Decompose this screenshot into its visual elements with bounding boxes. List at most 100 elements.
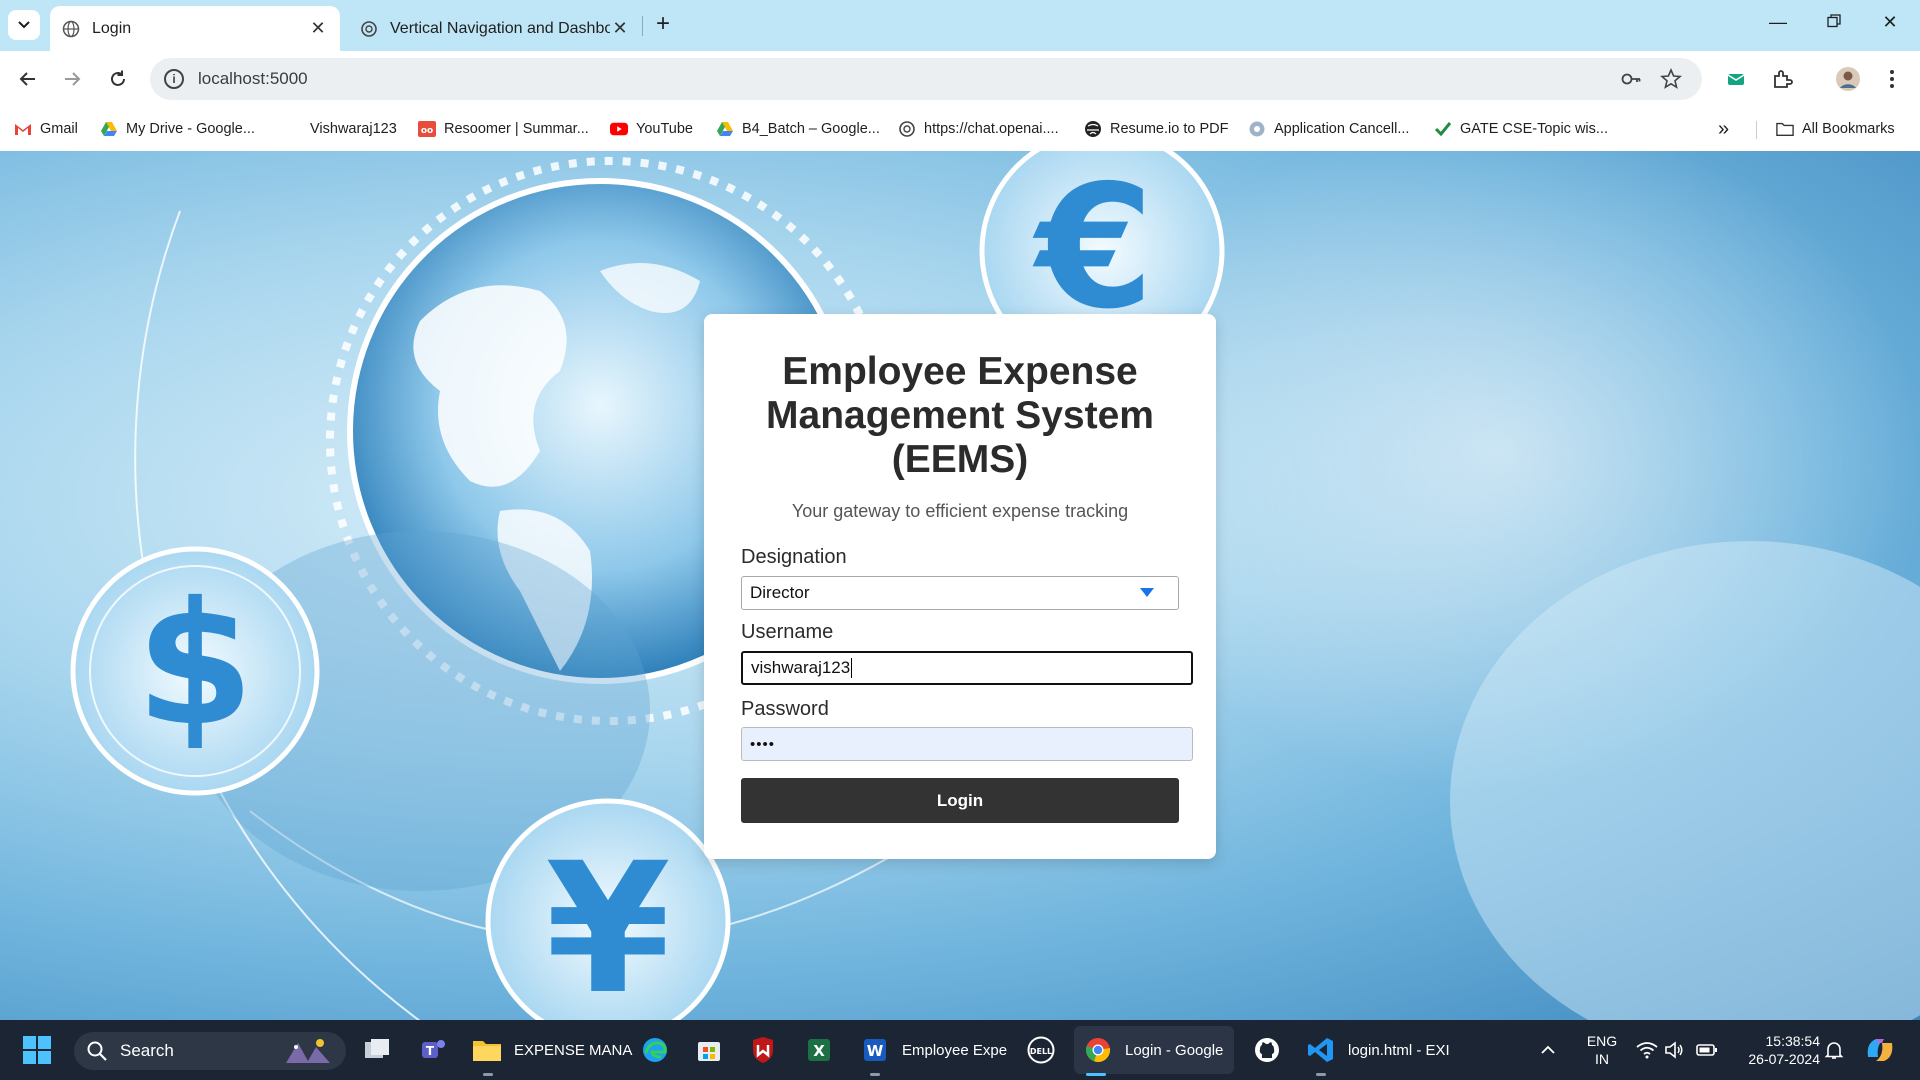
bookmark-label: Gmail <box>40 121 78 137</box>
taskbar-word[interactable]: W Employee Expe <box>860 1030 1007 1070</box>
bookmark-label: Vishwaraj123 <box>310 121 397 137</box>
bookmark-my-drive[interactable]: My Drive - Google... <box>100 117 255 141</box>
globe-icon <box>62 20 80 38</box>
copilot-icon <box>1867 1039 1893 1061</box>
svg-text:X: X <box>813 1042 825 1060</box>
word-icon: W <box>860 1035 890 1065</box>
copilot-button[interactable] <box>1864 1030 1896 1070</box>
taskbar-task-view[interactable] <box>362 1030 404 1070</box>
start-button[interactable] <box>22 1030 52 1070</box>
url-text: localhost:5000 <box>198 69 308 88</box>
address-bar[interactable]: i localhost:5000 <box>150 58 1702 100</box>
vscode-icon <box>1306 1035 1336 1065</box>
taskbar-store[interactable] <box>694 1030 736 1070</box>
tab-title: Login <box>92 19 132 37</box>
wifi-status[interactable] <box>1636 1030 1658 1070</box>
tab-search-button[interactable] <box>8 10 40 40</box>
bookmark-b4-batch[interactable]: B4_Batch – Google... <box>716 117 880 141</box>
restore-button[interactable] <box>1814 12 1854 38</box>
language-indicator[interactable]: ENG IN <box>1582 1032 1622 1068</box>
speaker-icon <box>1665 1041 1683 1059</box>
openai-icon <box>898 120 916 138</box>
bookmark-vishwaraj123[interactable]: Vishwaraj123 <box>310 117 397 141</box>
clock[interactable]: 15:38:54 26-07-2024 <box>1730 1032 1820 1068</box>
svg-text:T: T <box>426 1044 435 1058</box>
password-input[interactable]: •••• <box>741 727 1193 761</box>
username-label: Username <box>741 621 834 643</box>
resoomer-icon: oo <box>418 120 436 138</box>
taskbar-chrome[interactable]: Login - Google <box>1083 1030 1223 1070</box>
tab-close-icon[interactable]: ✕ <box>308 18 328 39</box>
bookmark-star-icon[interactable] <box>1660 68 1682 90</box>
profile-avatar[interactable] <box>1834 65 1862 93</box>
browser-toolbar: i localhost:5000 <box>0 51 1920 107</box>
taskbar-vscode[interactable]: login.html - EXI <box>1306 1030 1450 1070</box>
dell-icon: DELL <box>1026 1035 1056 1065</box>
store-icon <box>694 1035 724 1065</box>
taskbar-search-box[interactable]: Search <box>74 1032 346 1070</box>
bookmark-resoomer[interactable]: oo Resoomer | Summar... <box>418 117 589 141</box>
excel-icon: X <box>804 1035 834 1065</box>
taskbar-mcafee[interactable] <box>748 1030 790 1070</box>
gmail-icon <box>14 120 32 138</box>
extensions-puzzle-icon[interactable] <box>1768 65 1796 93</box>
wifi-icon <box>1636 1042 1658 1059</box>
chrome-icon <box>1083 1035 1113 1065</box>
svg-text:oo: oo <box>421 126 433 136</box>
password-value: •••• <box>750 735 776 753</box>
taskbar-teams[interactable]: T <box>418 1030 460 1070</box>
running-indicator <box>1316 1073 1326 1076</box>
all-bookmarks-button[interactable]: All Bookmarks <box>1776 117 1895 141</box>
bookmark-label: GATE CSE-Topic wis... <box>1460 121 1608 137</box>
login-card: Employee Expense Management System (EEMS… <box>704 314 1216 859</box>
taskbar-github[interactable] <box>1252 1030 1294 1070</box>
menu-dots-icon[interactable] <box>1878 65 1906 93</box>
new-tab-button[interactable]: + <box>650 12 676 38</box>
notifications-button[interactable] <box>1824 1030 1844 1070</box>
bookmark-resume-io[interactable]: Resume.io to PDF <box>1084 117 1228 141</box>
bookmark-application-cancell[interactable]: Application Cancell... <box>1248 117 1409 141</box>
youtube-icon <box>610 120 628 138</box>
volume-status[interactable] <box>1664 1030 1684 1070</box>
tab-vertical-navigation[interactable]: Vertical Navigation and Dashbo ✕ <box>348 6 642 51</box>
back-button[interactable] <box>14 65 42 93</box>
svg-text:¥: ¥ <box>545 825 670 1020</box>
taskbar-edge[interactable] <box>640 1030 682 1070</box>
login-button[interactable]: Login <box>741 778 1179 823</box>
restore-icon <box>1827 14 1841 28</box>
bookmark-label: My Drive - Google... <box>126 121 255 137</box>
drive-icon <box>100 120 118 138</box>
taskbar-excel[interactable]: X <box>804 1030 846 1070</box>
forward-button[interactable] <box>58 65 86 93</box>
username-input[interactable]: vishwaraj123 <box>741 651 1193 685</box>
taskbar-dell[interactable]: DELL <box>1026 1030 1068 1070</box>
reload-button[interactable] <box>104 65 132 93</box>
taskbar-item-label: EXPENSE MANA <box>514 1041 633 1059</box>
minimize-button[interactable]: — <box>1758 12 1798 38</box>
app-icon <box>1248 120 1266 138</box>
clock-date: 26-07-2024 <box>1748 1051 1820 1067</box>
extension-mail-icon[interactable] <box>1722 65 1750 93</box>
bookmark-chat-openai[interactable]: https://chat.openai.... <box>898 117 1059 141</box>
bookmark-gate-cse[interactable]: GATE CSE-Topic wis... <box>1434 117 1608 141</box>
chevron-down-icon <box>18 21 30 29</box>
page-subtitle: Your gateway to efficient expense tracki… <box>791 501 1129 521</box>
edge-icon <box>640 1035 670 1065</box>
designation-select[interactable]: Director <box>741 576 1179 610</box>
close-window-button[interactable]: ✕ <box>1870 12 1910 38</box>
region-code: IN <box>1595 1051 1609 1067</box>
double-chevron-right-icon: » <box>1718 117 1730 140</box>
bookmark-youtube[interactable]: YouTube <box>610 117 693 141</box>
taskbar-item-label: login.html - EXI <box>1348 1041 1450 1059</box>
mcafee-shield-icon <box>748 1035 778 1065</box>
tab-login[interactable]: Login ✕ <box>50 6 340 51</box>
arrow-left-icon <box>19 72 35 86</box>
battery-status[interactable] <box>1696 1030 1718 1070</box>
taskbar-file-explorer[interactable]: EXPENSE MANA <box>472 1030 632 1070</box>
bookmarks-overflow-button[interactable]: » <box>1718 117 1729 141</box>
password-key-icon[interactable] <box>1620 68 1642 90</box>
bookmark-gmail[interactable]: Gmail <box>14 117 78 141</box>
tab-close-icon[interactable]: ✕ <box>610 18 630 39</box>
site-info-icon[interactable]: i <box>164 69 184 89</box>
tray-overflow-button[interactable] <box>1540 1030 1556 1070</box>
